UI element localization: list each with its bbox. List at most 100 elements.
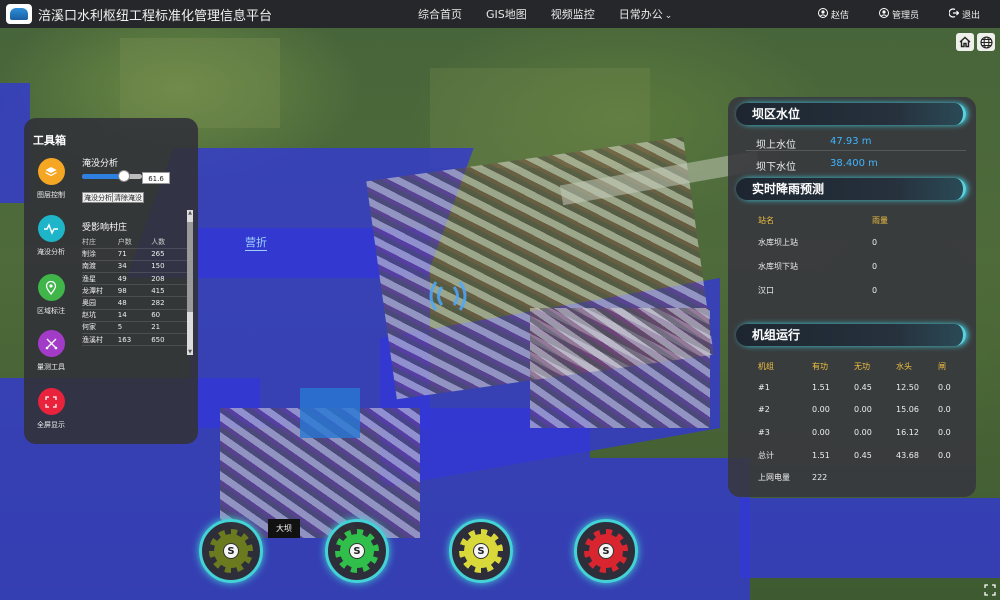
table-cell: 0.00 — [854, 427, 872, 437]
gate-symbol: S — [473, 543, 489, 559]
table-cell: 龙潭村 — [82, 284, 118, 298]
table-cell: 12.50 — [896, 382, 919, 392]
table-row[interactable]: 水库坝上站 0 — [758, 230, 958, 254]
monitoring-point-icon[interactable] — [418, 266, 478, 326]
table-cell: 21 — [151, 321, 187, 335]
table-cell: #2 — [758, 405, 770, 415]
chevron-down-icon: ⌄ — [664, 11, 673, 21]
user-name-button[interactable]: 赵佶 — [817, 7, 849, 21]
scroll-up-icon[interactable]: ▲ — [187, 210, 193, 216]
run-flood-analysis-button[interactable]: 淹没分析 — [82, 192, 114, 203]
top-bar: 涪溪口水利枢纽工程标准化管理信息平台 综合首页 GIS地图 视频监控 日常办公 ⌄… — [0, 0, 1000, 28]
table-cell: 制涂 — [82, 248, 118, 261]
nav-home[interactable]: 综合首页 — [418, 6, 462, 22]
table-row[interactable]: #3 0.00 0.00 16.12 0.0 — [758, 421, 968, 444]
table-cell: 98 — [117, 284, 152, 298]
column-header: 户数 — [117, 236, 152, 249]
table-cell: 43.68 — [896, 450, 919, 460]
table-row[interactable]: 制涂 71 265 — [82, 248, 187, 261]
scroll-down-icon[interactable]: ▼ — [187, 349, 193, 355]
downstream-level-value: 38.400 m — [830, 158, 878, 169]
gate-symbol: S — [349, 543, 365, 559]
tool-label: 量测工具 — [37, 363, 65, 371]
column-header: 无功 — [854, 361, 870, 371]
table-cell: 282 — [151, 296, 187, 310]
upstream-level-value: 47.93 m — [830, 136, 872, 147]
table-scrollbar[interactable]: ▲ ▼ — [187, 210, 193, 355]
table-row[interactable]: 龙潭村 98 415 — [82, 284, 187, 298]
logout-button[interactable]: 退出 — [948, 7, 980, 21]
table-row[interactable]: 水库坝下站 0 — [758, 254, 958, 278]
table-cell: 1.51 — [812, 450, 830, 460]
tool-area-marking[interactable]: 区域标注 — [28, 274, 74, 316]
tool-layer-control[interactable]: 图层控制 — [28, 158, 74, 200]
user-icon — [878, 7, 889, 21]
terrain-area — [120, 38, 280, 128]
divider — [746, 150, 966, 151]
logout-label: 退出 — [961, 10, 980, 21]
gate-status-button-1[interactable]: S — [199, 519, 263, 583]
gate-status-button-3[interactable]: S — [449, 519, 513, 583]
table-cell: 0.0 — [938, 405, 951, 415]
info-panel: 坝区水位 坝上水位 47.93 m 坝下水位 38.400 m 实时降雨预测 站… — [728, 97, 976, 497]
table-cell: 415 — [151, 284, 187, 298]
user-area: 赵佶 管理员 退出 — [788, 0, 980, 28]
rainfall-value: 0 — [872, 237, 878, 247]
gate-status-button-4[interactable]: S — [574, 519, 638, 583]
flood-level-value[interactable]: 61.6 — [142, 172, 170, 184]
table-cell: 赵坑 — [82, 309, 118, 322]
tool-measure[interactable]: 量测工具 — [28, 330, 74, 372]
flood-level-slider[interactable] — [82, 170, 142, 182]
expand-icon[interactable] — [984, 584, 996, 596]
scrollbar-thumb[interactable] — [187, 222, 193, 312]
table-row[interactable]: 总计 1.51 0.45 43.68 0.0 — [758, 444, 968, 467]
rainfall-value: 0 — [872, 285, 878, 295]
downstream-level-label: 坝下水位 — [756, 162, 796, 173]
clear-flood-button[interactable]: 清除淹没 — [112, 192, 144, 203]
tool-flood-analysis[interactable]: 淹没分析 — [28, 215, 74, 257]
home-view-button[interactable] — [956, 33, 974, 51]
table-cell: 150 — [151, 260, 187, 274]
nav-daily-office[interactable]: 日常办公 ⌄ — [619, 6, 673, 22]
gate-status-button-2[interactable]: S — [325, 519, 389, 583]
table-row[interactable]: #1 1.51 0.45 12.50 0.0 — [758, 376, 968, 399]
unit-operation-header: 机组运行 — [736, 324, 966, 346]
slider-thumb[interactable] — [118, 170, 130, 182]
table-cell: 0.45 — [854, 450, 872, 460]
app-logo — [6, 4, 32, 24]
table-cell: 222 — [812, 473, 828, 483]
table-cell: 1.51 — [812, 382, 830, 392]
table-cell: 上网电量 — [758, 473, 790, 483]
table-row[interactable]: 南渡 34 150 — [82, 260, 187, 274]
globe-icon — [979, 35, 993, 49]
table-row[interactable]: 上网电量 222 — [758, 466, 968, 489]
table-cell: 何家 — [82, 321, 118, 335]
user-icon — [817, 7, 828, 21]
nav-video-monitor[interactable]: 视频监控 — [551, 6, 595, 22]
table-cell: 15.06 — [896, 405, 919, 415]
tool-fullscreen[interactable]: 全屏显示 — [28, 388, 74, 430]
station-name: 水库坝下站 — [758, 261, 798, 271]
column-header: 有功 — [812, 361, 828, 371]
user-role-button[interactable]: 管理员 — [878, 7, 919, 21]
table-row[interactable]: 赵坑 14 60 — [82, 309, 187, 322]
table-cell: 0.00 — [812, 427, 830, 437]
table-row[interactable]: 何家 5 21 — [82, 321, 187, 335]
table-cell: #1 — [758, 382, 770, 392]
table-row[interactable]: 渔溪村 163 650 — [82, 333, 187, 347]
table-row[interactable]: 奥园 48 282 — [82, 296, 187, 310]
nav-daily-office-label: 日常办公 — [618, 8, 663, 21]
table-row[interactable]: 汉口 0 — [758, 278, 958, 302]
table-cell: 0.00 — [854, 405, 872, 415]
table-row[interactable]: 渔星 49 208 — [82, 272, 187, 286]
home-icon — [959, 36, 971, 48]
table-row[interactable]: #2 0.00 0.00 15.06 0.0 — [758, 399, 968, 422]
table-cell: 5 — [117, 321, 152, 335]
affected-villages-table: 村庄 户数 人数 制涂 71 265 南渡 34 150 渔星 49 208 龙潭村 98 41… — [82, 236, 187, 347]
table-cell: 34 — [117, 260, 152, 274]
nav-gis-map[interactable]: GIS地图 — [486, 6, 527, 22]
measure-icon — [37, 330, 65, 357]
map-place-label[interactable]: 营折 — [245, 234, 267, 251]
column-header: 雨量 — [872, 215, 888, 225]
globe-view-button[interactable] — [977, 33, 995, 51]
